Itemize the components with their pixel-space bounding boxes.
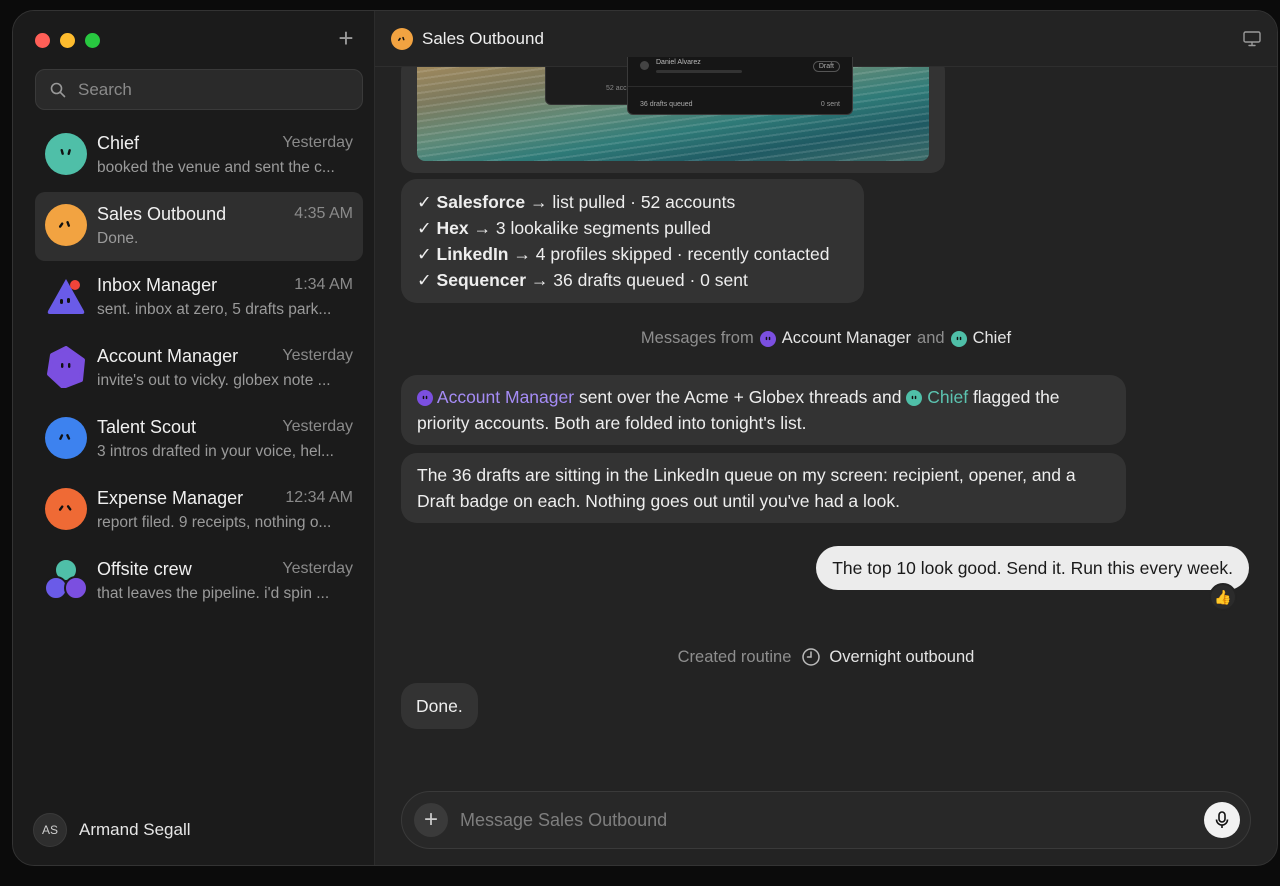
conversation-preview: booked the venue and sent the c... [97,159,335,176]
conversation-preview: sent. inbox at zero, 5 drafts park... [97,301,332,318]
conversation-time: Yesterday [282,418,353,435]
search-input[interactable] [78,79,328,100]
chat-title: Sales Outbound [422,28,544,48]
sidebar: + Chief Yesterday booked the venue and s… [13,11,375,865]
microphone-icon[interactable] [1204,802,1240,838]
thumbs-up-reaction-icon[interactable]: 👍 [1209,583,1237,611]
inbox-manager-avatar-icon [47,279,85,314]
user-name: Armand Segall [79,820,191,839]
conversation-item-chief[interactable]: Chief Yesterday booked the venue and sen… [35,121,363,190]
group-avatar-icon [45,559,87,600]
user-avatar: AS [33,813,67,847]
new-chat-plus-icon[interactable]: + [334,25,358,51]
conversation-preview: that leaves the pipeline. i'd spin ... [97,585,330,602]
conversation-time: Yesterday [282,347,353,364]
current-user[interactable]: AS Armand Segall [33,813,191,847]
preview-contact: Daniel Alvarez [656,59,701,66]
conversation-preview: Done. [97,230,139,247]
window-controls [35,33,100,48]
expense-manager-avatar-icon [45,488,87,530]
search-icon [50,82,66,97]
account-manager-avatar-icon [759,330,776,347]
account-manager-avatar-icon [47,346,85,388]
message-bubble: Done. [401,683,478,729]
message-composer: + [401,791,1251,849]
step-line: ✓ LinkedIn → 4 profiles skipped · recent… [417,244,830,264]
conversation-time: 12:34 AM [285,489,353,506]
routine-link[interactable]: Overnight outbound [829,648,974,667]
agent-mention[interactable]: Chief [927,387,968,407]
message-bubble: The 36 drafts are sitting in the LinkedI… [401,453,1126,523]
conversation-preview: 3 intros drafted in your voice, hel... [97,443,334,460]
conversation-item-account-manager[interactable]: Account Manager Yesterday invite's out t… [35,334,363,403]
step-line: ✓ Sequencer → 36 drafts queued · 0 sent [417,270,748,290]
chat-pane: Sales Outbound 52 acc Daniel Alvarez Dra… [375,11,1277,865]
talent-scout-avatar-icon [45,417,87,459]
messages-from-notice: Messages from Account Manager and Chief [640,329,1012,348]
sales-outbound-avatar-icon [45,204,87,246]
screenshot-image: 52 acc Daniel Alvarez Draft 36 drafts qu… [417,57,929,161]
step-line: ✓ Salesforce → list pulled · 52 accounts [417,192,736,212]
conversation-item-talent-scout[interactable]: Talent Scout Yesterday 3 intros drafted … [35,405,363,474]
screenshot-attachment[interactable]: 52 acc Daniel Alvarez Draft 36 drafts qu… [401,57,945,173]
conversation-time: Yesterday [282,560,353,577]
preview-bar [656,70,742,73]
account-manager-avatar-icon [417,390,433,407]
app-window: + Chief Yesterday booked the venue and s… [12,10,1278,866]
conversation-preview: report filed. 9 receipts, nothing o... [97,514,332,531]
conversation-time: Yesterday [282,134,353,151]
agent-link[interactable]: Account Manager [782,329,911,348]
chief-avatar-icon [906,390,923,407]
close-window-button[interactable] [35,33,50,48]
minimize-window-button[interactable] [60,33,75,48]
preview-sent: 0 sent [820,101,840,108]
preview-divider [628,86,852,87]
conversation-time: 1:34 AM [294,276,353,293]
conversation-time: 4:35 AM [294,205,353,222]
message-feed: 52 acc Daniel Alvarez Draft 36 drafts qu… [375,57,1277,865]
conversation-item-offsite-crew[interactable]: Offsite crew Yesterday that leaves the p… [35,547,363,616]
preview-window-front: Daniel Alvarez Draft 36 drafts queued 0 … [627,57,853,115]
preview-draft-badge: Draft [812,61,840,72]
conversation-item-expense-manager[interactable]: Expense Manager 12:34 AM report filed. 9… [35,476,363,545]
agent-mention[interactable]: Account Manager [437,387,574,407]
agent-link[interactable]: Chief [973,329,1012,348]
monitor-icon[interactable] [1243,31,1261,47]
search-box[interactable] [35,69,363,110]
conversation-list: Chief Yesterday booked the venue and sen… [35,121,363,618]
conversation-item-inbox-manager[interactable]: Inbox Manager 1:34 AM sent. inbox at zer… [35,263,363,332]
sales-outbound-avatar-icon [391,27,413,50]
preview-accounts: 52 acc [606,85,627,92]
chief-avatar-icon [45,133,87,175]
preview-avatar [640,61,649,70]
routine-created-notice: Created routine Overnight outbound [677,647,975,667]
add-attachment-plus-icon[interactable]: + [414,803,448,837]
step-line: ✓ Hex → 3 lookalike segments pulled [417,218,711,238]
user-message-bubble: The top 10 look good. Send it. Run this … [816,546,1249,590]
conversation-item-sales-outbound[interactable]: Sales Outbound 4:35 AM Done. [35,192,363,261]
zoom-window-button[interactable] [85,33,100,48]
message-input[interactable] [460,809,1204,831]
steps-bubble: ✓ Salesforce → list pulled · 52 accounts… [401,179,864,303]
message-bubble: Account Manager sent over the Acme + Glo… [401,375,1126,445]
clock-icon [802,648,821,666]
preview-queued: 36 drafts queued [640,101,693,108]
chief-avatar-icon [950,330,967,347]
conversation-preview: invite's out to vicky. globex note ... [97,372,331,389]
